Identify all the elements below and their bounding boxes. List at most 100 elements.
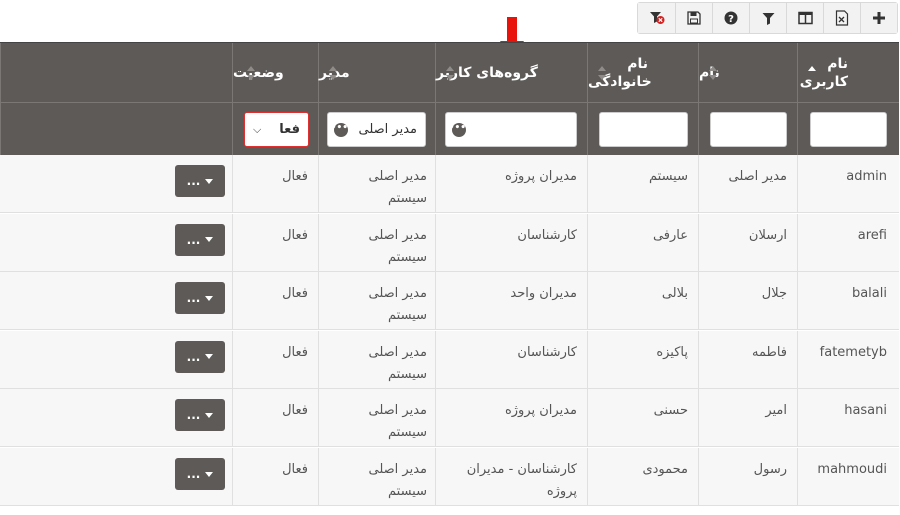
table-row[interactable]: admin مدیر اصلی سیستم مدیران پروژه مدیر اصلی… (0, 155, 899, 213)
filter-cell: فعا ⌵ (232, 103, 318, 155)
row-actions-label: ... (186, 349, 201, 364)
sort-icon (709, 66, 717, 80)
grid-toolbar: ? (637, 2, 898, 34)
last-name-cell: سیستم (587, 155, 698, 212)
username-cell: balali (797, 272, 899, 330)
manager-cell: مدیر اصلی سیستم (318, 155, 435, 212)
sort-icon (446, 66, 454, 80)
filter-cell (587, 103, 698, 155)
last-name-cell: محمودی (587, 448, 698, 505)
groups-cell: مدیران پروژه (435, 389, 587, 447)
filter-cell (797, 103, 899, 155)
save-button[interactable] (675, 3, 712, 33)
last-name-cell: عارفی (587, 213, 698, 271)
row-actions-button[interactable]: ... (175, 340, 225, 373)
table-row[interactable]: balali جلال بلالی مدیران واحد مدیر اصلی سیست… (0, 272, 899, 331)
manager-filter-value: مدیر اصلی (358, 122, 418, 137)
first-name-cell: فاطمه (698, 330, 797, 388)
table-row[interactable]: hasani امیر حسنی مدیران پروژه مدیر اصلی سیست… (0, 389, 899, 448)
export-excel-button[interactable] (823, 3, 860, 33)
manager-cell: مدیر اصلی سیستم (318, 272, 435, 330)
username-filter-input[interactable] (810, 112, 887, 147)
filter-row: ••• مدیر اصلی ••• فعا ⌵ (0, 102, 899, 155)
header-label: نام خانوادگی (588, 55, 652, 90)
columns-button[interactable] (786, 3, 823, 33)
row-actions-button[interactable]: ... (175, 458, 225, 490)
groups-filter-input[interactable]: ••• (445, 112, 577, 147)
row-actions-button[interactable]: ... (175, 282, 225, 315)
manager-cell: مدیر اصلی سیستم (318, 448, 435, 505)
table-row[interactable]: arefi ارسلان عارفی کارشناسان مدیر اصلی سیستم… (0, 213, 899, 272)
excel-export-icon (835, 10, 849, 26)
groups-cell: کارشناسان (435, 213, 587, 271)
username-cell: mahmoudi (797, 448, 899, 505)
table-header: نام کاربری نام نام خانوادگی گروه‌های کار… (0, 42, 899, 102)
status-cell: فعال (232, 389, 318, 447)
add-button[interactable] (860, 3, 897, 33)
sort-icon (598, 66, 606, 80)
filter-button[interactable] (749, 3, 786, 33)
last-name-cell: حسنی (587, 389, 698, 447)
status-cell: فعال (232, 448, 318, 505)
username-cell: admin (797, 155, 899, 212)
manager-filter-input[interactable]: مدیر اصلی ••• (327, 112, 426, 147)
groups-cell: مدیران واحد (435, 272, 587, 330)
first-name-cell: رسول (698, 448, 797, 505)
header-status[interactable]: وضعیت (232, 43, 318, 102)
table-row[interactable]: fatemetyb فاطمه پاکیزه کارشناسان مدیر اصلی س… (0, 330, 899, 389)
status-cell: فعال (232, 155, 318, 212)
username-cell: hasani (797, 389, 899, 447)
manager-cell: مدیر اصلی سیستم (318, 330, 435, 388)
row-actions-label: ... (186, 408, 201, 423)
clear-filter-button[interactable] (638, 3, 675, 33)
caret-down-icon (205, 295, 214, 301)
help-icon: ? (724, 11, 738, 25)
actions-cell: ... (0, 272, 232, 329)
manager-cell: مدیر اصلی سیستم (318, 213, 435, 271)
chevron-down-icon: ⌵ (253, 122, 262, 136)
caret-down-icon (205, 471, 214, 477)
groups-cell: کارشناسان (435, 330, 587, 388)
sort-icon (329, 66, 337, 80)
groups-cell: کارشناسان - مدیران پروژه (435, 448, 587, 505)
filter-cell: ••• (435, 103, 587, 155)
manager-cell: مدیر اصلی سیستم (318, 389, 435, 447)
row-actions-label: ... (186, 232, 201, 247)
last-name-cell: بلالی (587, 272, 698, 330)
header-last-name[interactable]: نام خانوادگی (587, 43, 698, 102)
last-name-filter-input[interactable] (599, 112, 688, 147)
filter-icon (762, 12, 774, 25)
header-first-name[interactable]: نام (698, 43, 797, 102)
status-filter-select[interactable]: فعا ⌵ (244, 112, 309, 147)
lookup-dots-button[interactable]: ••• (331, 123, 348, 137)
first-name-cell: ارسلان (698, 213, 797, 271)
status-cell: فعال (232, 330, 318, 388)
row-actions-button[interactable]: ... (175, 165, 225, 197)
filter-cell (698, 103, 797, 155)
save-icon (687, 11, 701, 25)
plus-icon (873, 12, 885, 24)
caret-down-icon (205, 237, 214, 243)
row-actions-button[interactable]: ... (175, 223, 225, 256)
row-actions-label: ... (186, 174, 201, 188)
username-cell: arefi (797, 213, 899, 271)
help-button[interactable]: ? (712, 3, 749, 33)
lookup-dots-button[interactable]: ••• (449, 123, 466, 137)
clear-filter-icon (649, 12, 664, 24)
table-row[interactable]: mahmoudi رسول محمودی کارشناسان - مدیران پرو… (0, 448, 899, 506)
header-manager[interactable]: مدیر (318, 43, 435, 102)
header-label: نام کاربری (799, 55, 848, 90)
status-cell: فعال (232, 272, 318, 330)
actions-cell: ... (0, 448, 232, 505)
groups-cell: مدیران پروژه (435, 155, 587, 212)
actions-cell: ... (0, 389, 232, 446)
header-username[interactable]: نام کاربری (797, 43, 899, 102)
caret-down-icon (205, 178, 214, 184)
sort-icon (247, 66, 255, 80)
caret-down-icon (205, 412, 214, 418)
row-actions-label: ... (186, 467, 201, 481)
row-actions-button[interactable]: ... (175, 399, 225, 432)
sort-asc-icon (808, 66, 816, 80)
first-name-filter-input[interactable] (710, 112, 787, 147)
header-groups[interactable]: گروه‌های کاربر (435, 43, 587, 102)
